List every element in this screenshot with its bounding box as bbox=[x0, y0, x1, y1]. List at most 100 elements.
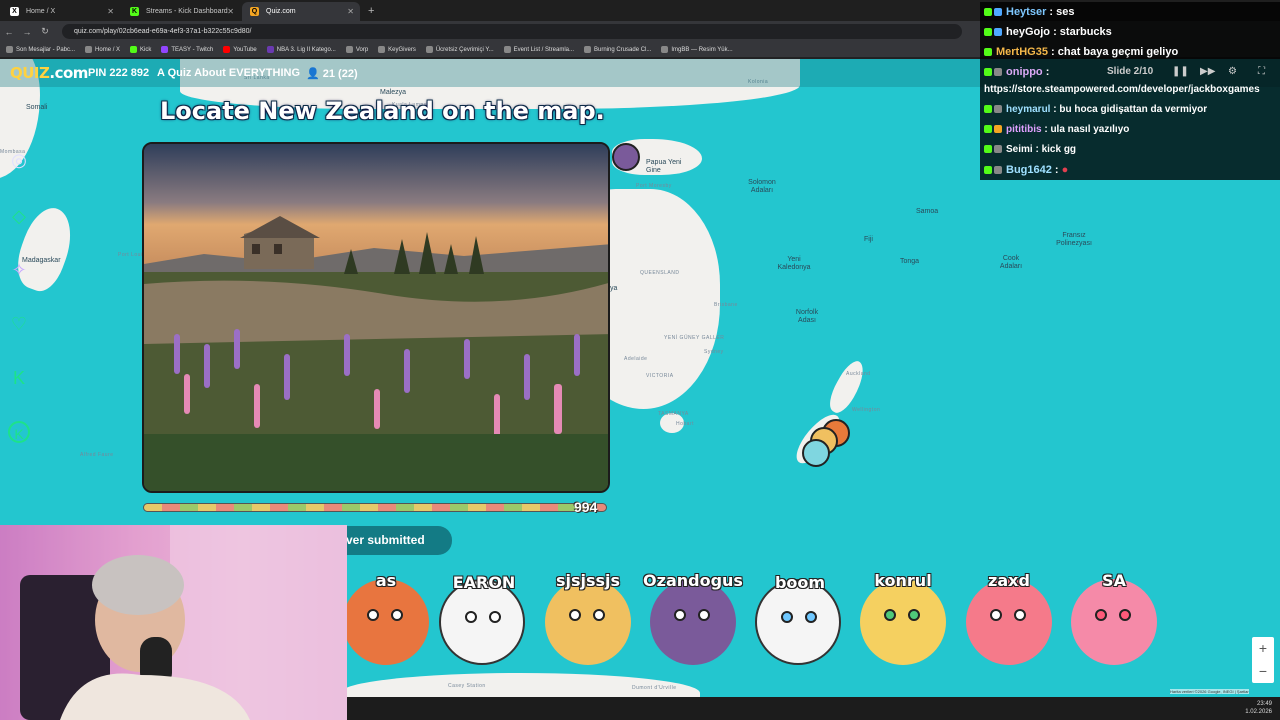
map-label: VICTORIA bbox=[646, 373, 674, 379]
player-name: boom bbox=[774, 573, 826, 592]
eye bbox=[1095, 609, 1107, 621]
taskbar: 23:49 1.02.2026 bbox=[347, 697, 1280, 720]
player-count-value: 21 (22) bbox=[322, 68, 358, 80]
countdown-bar bbox=[143, 503, 607, 512]
player-name: zaxd bbox=[988, 571, 1030, 590]
stream-chat-overlay: Heytser : ses heyGojo : starbucks MertHG… bbox=[980, 2, 1280, 180]
kick-badge-icon bbox=[984, 8, 992, 17]
bookmark[interactable]: Home / X bbox=[85, 46, 120, 53]
reload-icon[interactable]: ↻ bbox=[36, 26, 54, 37]
bookmark[interactable]: Event List / Streamla... bbox=[503, 46, 574, 53]
answer-submitted-banner: ver submitted bbox=[340, 526, 452, 555]
bookmark-label: Home / X bbox=[95, 46, 121, 53]
chat-text: kick gg bbox=[1041, 144, 1077, 155]
circle-icon[interactable]: ◎ bbox=[8, 149, 30, 171]
star-icon[interactable]: ✧ bbox=[8, 259, 30, 281]
bookmark[interactable]: KeyGivers bbox=[378, 46, 416, 53]
chat-text: chat baya geçmi geliyo bbox=[1057, 46, 1179, 58]
bookmark-icon bbox=[584, 46, 591, 53]
bookmark[interactable]: NBA 3. Lig II Katego... bbox=[266, 46, 336, 53]
bookmark-label: YouTube bbox=[233, 46, 257, 53]
fullscreen-icon[interactable]: ⛶ bbox=[1258, 66, 1265, 77]
map-label: Norfolk Adası bbox=[795, 309, 819, 324]
player-marker bbox=[612, 143, 640, 171]
player-avatar: as bbox=[343, 571, 429, 665]
kick-k-icon[interactable]: K bbox=[8, 367, 30, 389]
forward-icon[interactable]: → bbox=[18, 27, 36, 37]
chat-message: Bug1642 : ● bbox=[980, 160, 1280, 180]
map-label: Hobart bbox=[676, 421, 695, 427]
quiz-logo[interactable]: QUIZ.com bbox=[10, 64, 88, 82]
bookmark-label: Kick bbox=[140, 46, 152, 53]
map-label: Somali bbox=[26, 104, 48, 111]
diamond-icon[interactable]: ◇ bbox=[8, 205, 30, 227]
map-label: Papua Yeni Gine bbox=[646, 159, 682, 174]
close-tab-icon[interactable]: ✕ bbox=[227, 2, 234, 21]
bookmark-icon bbox=[425, 46, 433, 53]
map-label: Dumont d'Urville bbox=[632, 685, 677, 691]
url-field[interactable]: quiz.com/play/02cb6ead-e69a-4ef3-37a1-b3… bbox=[62, 24, 962, 39]
eye bbox=[1014, 609, 1026, 621]
new-tab-button[interactable]: + bbox=[360, 2, 382, 21]
question-text: Locate New Zealand on the map. bbox=[160, 97, 605, 125]
clock-time: 23:49 bbox=[1256, 701, 1272, 707]
heart-icon[interactable]: ♡ bbox=[8, 313, 30, 335]
bookmark[interactable]: Burning Crusade Cl... bbox=[584, 46, 651, 53]
back-icon[interactable]: ← bbox=[0, 27, 18, 37]
eye bbox=[1119, 609, 1131, 621]
chat-username: MertHG35 bbox=[996, 46, 1048, 58]
bookmark[interactable]: Vorp bbox=[345, 46, 368, 53]
question-image bbox=[142, 142, 610, 493]
close-tab-icon[interactable]: ✕ bbox=[107, 2, 114, 21]
bookmark[interactable]: Son Mesajlar - Pabc... bbox=[6, 46, 75, 53]
x-icon: X bbox=[10, 7, 19, 16]
quiz-icon: Q bbox=[250, 7, 259, 16]
player-name: konrul bbox=[874, 571, 932, 590]
logo-main: QUIZ bbox=[10, 64, 50, 82]
chat-username: Seimi bbox=[1006, 144, 1033, 155]
player-avatar: EARON bbox=[439, 573, 525, 665]
map-label: Adelaide bbox=[624, 356, 648, 362]
bookmark[interactable]: Kick bbox=[130, 46, 151, 53]
map-label: Fiji bbox=[864, 236, 873, 243]
tab-quiz[interactable]: Q Quiz.com ✕ bbox=[242, 2, 360, 21]
player-avatar: Ozandogus bbox=[643, 571, 743, 665]
pause-icon[interactable]: ❚❚ bbox=[1172, 66, 1189, 77]
map-label: ya bbox=[610, 285, 618, 292]
kick-badge-icon bbox=[984, 125, 992, 134]
bookmark-icon bbox=[161, 46, 169, 53]
kick-badge-icon bbox=[984, 105, 992, 114]
bookmark-label: ImgBB — Resim Yük... bbox=[671, 46, 733, 53]
bookmark[interactable]: YouTube bbox=[223, 46, 257, 53]
bookmark-label: Son Mesajlar - Pabc... bbox=[16, 46, 76, 53]
eye bbox=[489, 611, 501, 623]
bookmark-icon bbox=[6, 46, 13, 53]
player-name: Ozandogus bbox=[643, 571, 743, 590]
player-name: sjsjssjs bbox=[555, 571, 621, 590]
webcam-feed bbox=[0, 525, 347, 720]
emote-badge-icon bbox=[994, 105, 1002, 114]
bookmark-icon bbox=[85, 46, 93, 53]
eye bbox=[569, 609, 581, 621]
eye bbox=[990, 609, 1002, 621]
bookmark[interactable]: TEASY - Twitch bbox=[161, 46, 213, 53]
slide-indicator: Slide 2/10 bbox=[1107, 66, 1154, 77]
bookmark[interactable]: Ücretsiz Çevrimiçi Y... bbox=[425, 46, 494, 53]
kick-circle-icon[interactable]: K bbox=[8, 421, 30, 443]
chat-text: bu hoca gidişattan da vermiyor bbox=[1059, 104, 1208, 115]
chat-message: heyGojo : starbucks bbox=[980, 22, 1280, 42]
emote-badge-icon bbox=[994, 166, 1002, 175]
kick-badge-icon bbox=[984, 145, 992, 154]
gear-icon[interactable]: ⚙ bbox=[1228, 66, 1237, 77]
screen: X Home / X ✕ K Streams - Kick Dashboard … bbox=[0, 0, 1280, 720]
zoom-out-button[interactable]: − bbox=[1252, 660, 1274, 683]
player-avatar: konrul bbox=[860, 571, 946, 665]
map-label: Solomon Adaları bbox=[748, 179, 776, 194]
zoom-in-button[interactable]: + bbox=[1252, 637, 1274, 660]
tab-kick-dashboard[interactable]: K Streams - Kick Dashboard ✕ bbox=[122, 2, 240, 21]
chat-link[interactable]: https://store.steampowered.com/developer… bbox=[984, 84, 1260, 95]
tab-x[interactable]: X Home / X ✕ bbox=[2, 2, 120, 21]
bookmark[interactable]: ImgBB — Resim Yük... bbox=[661, 46, 733, 53]
next-icon[interactable]: ▶▶ bbox=[1200, 66, 1215, 77]
close-tab-icon[interactable]: ✕ bbox=[347, 2, 354, 21]
